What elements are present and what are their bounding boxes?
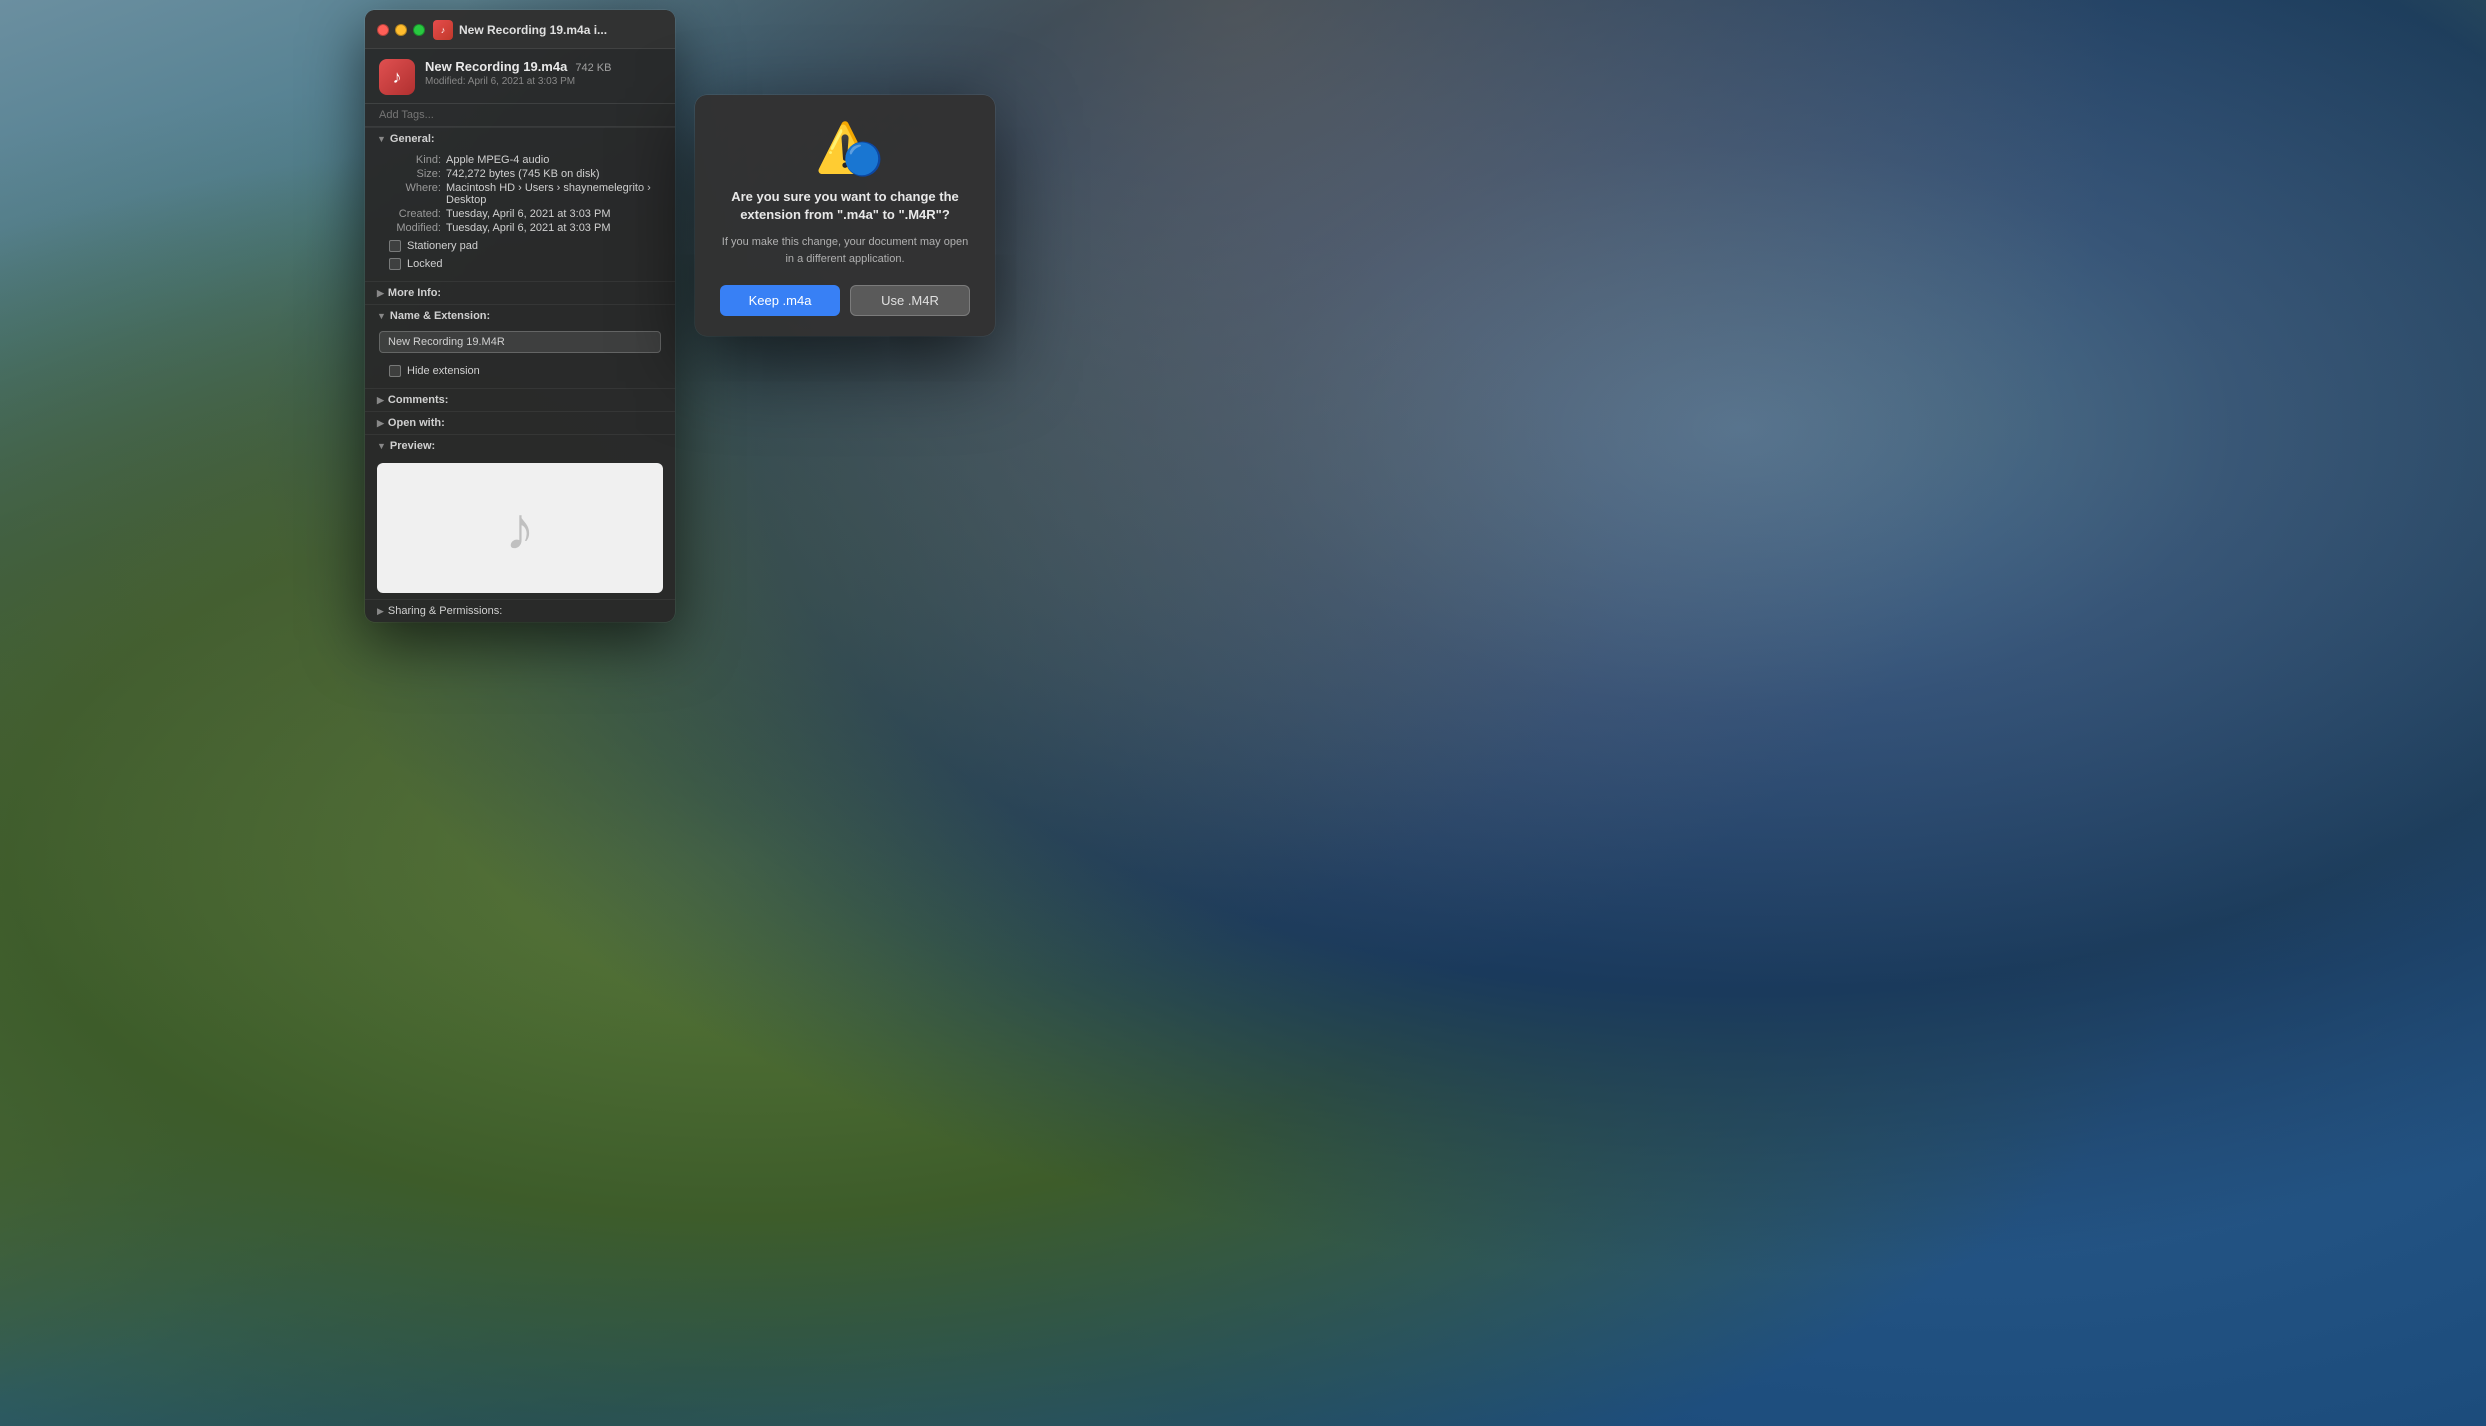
stationery-row: Stationery pad [379, 240, 661, 252]
locked-row: Locked [379, 258, 661, 270]
kind-row: Kind: Apple MPEG-4 audio [379, 154, 661, 166]
name-ext-section-label: Name & Extension: [390, 310, 490, 322]
kind-label: Kind: [379, 154, 441, 166]
alert-buttons: Keep .m4a Use .M4R [719, 285, 971, 316]
preview-section-label: Preview: [390, 440, 435, 452]
traffic-lights [377, 24, 425, 36]
window-title-area: New Recording 19.m4a i... [433, 20, 663, 40]
locked-checkbox[interactable] [389, 258, 401, 270]
file-icon-large: ♪ [379, 59, 415, 95]
finder-icon: 🔵 [843, 140, 883, 178]
modified-info-label: Modified: [379, 222, 441, 234]
more-info-chevron-icon: ▶ [377, 288, 384, 299]
close-button[interactable] [377, 24, 389, 36]
created-value: Tuesday, April 6, 2021 at 3:03 PM [446, 208, 661, 220]
filename-field[interactable] [379, 331, 661, 353]
stationery-label: Stationery pad [407, 240, 478, 252]
comments-section-header[interactable]: ▶ Comments: [365, 388, 675, 411]
preview-container: ♪ [377, 463, 663, 593]
where-value: Macintosh HD › Users › shaynemelegrito ›… [446, 182, 661, 206]
stationery-checkbox[interactable] [389, 240, 401, 252]
comments-section-label: Comments: [388, 394, 449, 406]
keep-extension-button[interactable]: Keep .m4a [720, 285, 840, 316]
sharing-section-label: Sharing & Permissions: [388, 605, 502, 617]
created-label: Created: [379, 208, 441, 220]
tags-input[interactable] [379, 109, 661, 121]
file-meta: New Recording 19.m4a 742 KB Modified: Ap… [425, 59, 661, 87]
file-size: 742 KB [575, 62, 611, 74]
general-section-label: General: [390, 133, 435, 145]
maximize-button[interactable] [413, 24, 425, 36]
file-name-size: New Recording 19.m4a 742 KB [425, 59, 661, 74]
name-ext-chevron-icon: ▼ [377, 311, 386, 321]
hide-extension-label: Hide extension [407, 365, 480, 377]
modified-row: Modified: Tuesday, April 6, 2021 at 3:03… [379, 222, 661, 234]
where-row: Where: Macintosh HD › Users › shaynemele… [379, 182, 661, 206]
open-with-chevron-icon: ▶ [377, 418, 384, 429]
alert-title: Are you sure you want to change the exte… [719, 188, 971, 224]
general-section-content: Kind: Apple MPEG-4 audio Size: 742,272 b… [365, 150, 675, 281]
preview-chevron-icon: ▼ [377, 441, 386, 451]
name-ext-content: Hide extension [365, 327, 675, 388]
alert-icon: ⚠️🔵 [815, 119, 875, 176]
more-info-section-label: More Info: [388, 287, 441, 299]
general-chevron-icon: ▼ [377, 134, 386, 144]
file-name: New Recording 19.m4a [425, 59, 567, 74]
modified-info-value: Tuesday, April 6, 2021 at 3:03 PM [446, 222, 661, 234]
file-modified: Modified: April 6, 2021 at 3:03 PM [425, 76, 661, 87]
size-value: 742,272 bytes (745 KB on disk) [446, 168, 661, 180]
window-titlebar: New Recording 19.m4a i... [365, 10, 675, 49]
general-section-header[interactable]: ▼ General: [365, 127, 675, 150]
open-with-section-header[interactable]: ▶ Open with: [365, 411, 675, 434]
open-with-section-label: Open with: [388, 417, 445, 429]
alert-message: If you make this change, your document m… [719, 234, 971, 267]
preview-section-header[interactable]: ▼ Preview: [365, 434, 675, 457]
music-note-icon: ♪ [505, 494, 535, 563]
created-row: Created: Tuesday, April 6, 2021 at 3:03 … [379, 208, 661, 220]
comments-chevron-icon: ▶ [377, 395, 384, 406]
size-label: Size: [379, 168, 441, 180]
hide-extension-row: Hide extension [379, 365, 661, 377]
sharing-section-header[interactable]: ▶ Sharing & Permissions: [365, 599, 675, 622]
extension-change-dialog: ⚠️🔵 Are you sure you want to change the … [695, 95, 995, 336]
use-extension-button[interactable]: Use .M4R [850, 285, 970, 316]
get-info-window: New Recording 19.m4a i... ♪ New Recordin… [365, 10, 675, 622]
where-label: Where: [379, 182, 441, 206]
hide-extension-checkbox[interactable] [389, 365, 401, 377]
minimize-button[interactable] [395, 24, 407, 36]
sharing-chevron-icon: ▶ [377, 606, 384, 617]
tags-section [365, 104, 675, 127]
file-header: ♪ New Recording 19.m4a 742 KB Modified: … [365, 49, 675, 104]
window-title: New Recording 19.m4a i... [459, 23, 607, 37]
locked-label: Locked [407, 258, 442, 270]
kind-value: Apple MPEG-4 audio [446, 154, 661, 166]
name-ext-section-header[interactable]: ▼ Name & Extension: [365, 304, 675, 327]
file-icon-titlebar [433, 20, 453, 40]
more-info-section-header[interactable]: ▶ More Info: [365, 281, 675, 304]
size-row: Size: 742,272 bytes (745 KB on disk) [379, 168, 661, 180]
